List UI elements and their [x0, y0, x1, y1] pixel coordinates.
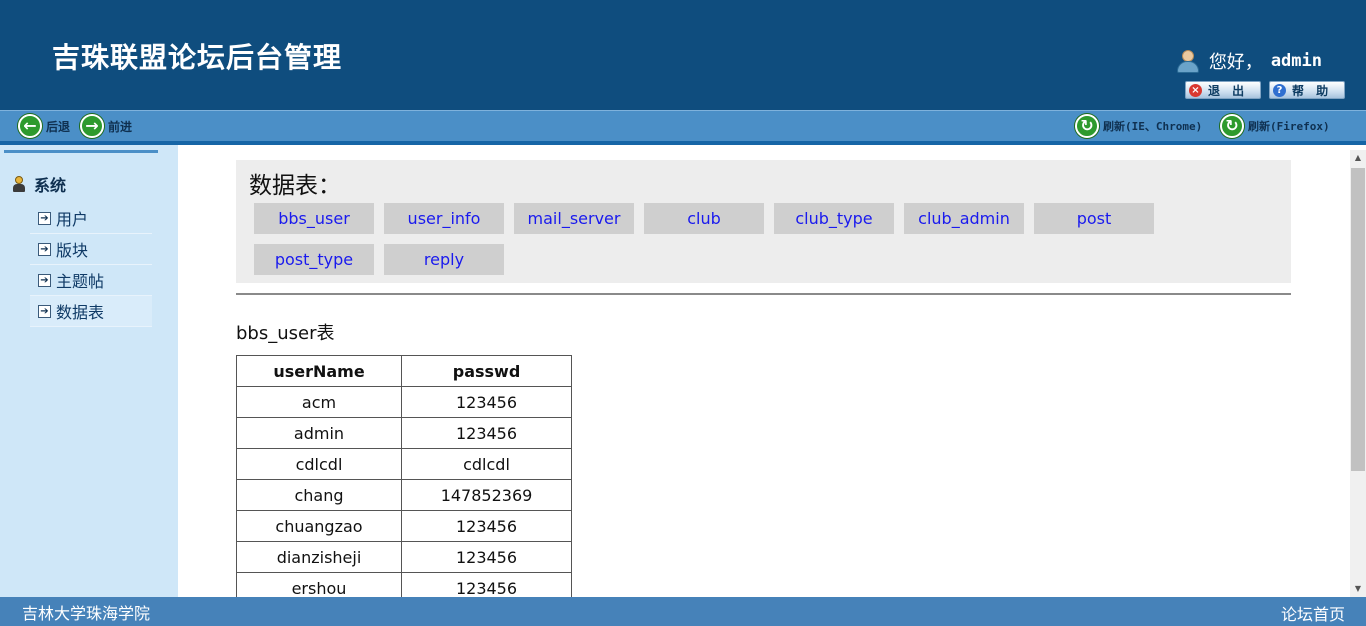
sidebar-item-label: 主题帖: [56, 272, 105, 291]
table-cell: 123456: [401, 386, 572, 418]
tables-panel: 数据表： bbs_user user_info mail_server club…: [236, 160, 1291, 283]
table-cell: chang: [236, 479, 402, 511]
back-label: 后退: [46, 119, 71, 134]
refresh-icon: ↻: [1075, 114, 1099, 138]
refresh-firefox-button[interactable]: ↻ 刷新(Firefox): [1220, 114, 1330, 138]
data-table: userName passwd acm 123456 admin 123456 …: [236, 355, 572, 597]
header-buttons: × 退 出 ? 帮 助: [1185, 81, 1345, 99]
table-link-post-type[interactable]: post_type: [254, 244, 374, 275]
table-row: admin 123456: [236, 417, 572, 449]
forward-label: 前进: [108, 119, 133, 134]
refresh-firefox-label: 刷新(Firefox): [1248, 120, 1330, 133]
table-cell: 123456: [401, 417, 572, 449]
user-avatar-icon: [1175, 48, 1201, 74]
table-cell: acm: [236, 386, 402, 418]
table-link-club-admin[interactable]: club_admin: [904, 203, 1024, 234]
table-cell: cdlcdl: [236, 448, 402, 480]
help-button[interactable]: ? 帮 助: [1269, 81, 1345, 99]
sidebar-item-label: 版块: [56, 241, 89, 260]
table-header-row: userName passwd: [236, 355, 572, 387]
arrow-box-icon: ➔: [38, 304, 51, 318]
table-row: ershou 123456: [236, 572, 572, 597]
toolbar: ← 后退 → 前进 ↻ 刷新(IE、Chrome) ↻ 刷新(Firefox): [0, 110, 1366, 141]
table-link-post[interactable]: post: [1034, 203, 1154, 234]
logout-label: 退 出: [1208, 83, 1249, 98]
refresh-ie-button[interactable]: ↻ 刷新(IE、Chrome): [1075, 114, 1202, 138]
sidebar-item-datatables[interactable]: ➔ 数据表: [30, 296, 152, 327]
table-link-mail-server[interactable]: mail_server: [514, 203, 634, 234]
vertical-scrollbar[interactable]: ▲ ▼: [1350, 150, 1366, 597]
table-row: cdlcdl cdlcdl: [236, 448, 572, 480]
sidebar-item-boards[interactable]: ➔ 版块: [30, 234, 152, 265]
table-cell: ershou: [236, 572, 402, 597]
logout-button[interactable]: × 退 出: [1185, 81, 1261, 99]
scroll-up-arrow-icon[interactable]: ▲: [1350, 150, 1366, 166]
site-title: 吉珠联盟论坛后台管理: [52, 41, 343, 74]
table-link-reply[interactable]: reply: [384, 244, 504, 275]
table-cell: dianzisheji: [236, 541, 402, 573]
arrow-box-icon: ➔: [38, 242, 51, 256]
forward-arrow-icon: →: [80, 114, 104, 138]
column-header: userName: [236, 355, 402, 387]
close-icon: ×: [1189, 83, 1202, 97]
content-divider: [236, 293, 1291, 295]
table-link-user-info[interactable]: user_info: [384, 203, 504, 234]
sidebar-section-label: 系统: [34, 176, 67, 195]
refresh-icon: ↻: [1220, 114, 1244, 138]
main-content: 数据表： bbs_user user_info mail_server club…: [178, 145, 1350, 597]
sidebar-item-users[interactable]: ➔ 用户: [30, 203, 152, 234]
system-user-icon: [12, 175, 26, 193]
scrollbar-thumb[interactable]: [1351, 168, 1365, 471]
help-label: 帮 助: [1292, 83, 1333, 98]
greeting-prefix: 您好，: [1208, 52, 1263, 73]
table-cell: 147852369: [401, 479, 572, 511]
scroll-down-arrow-icon[interactable]: ▼: [1350, 581, 1366, 597]
footer: 吉林大学珠海学院 论坛首页: [0, 597, 1366, 626]
back-button[interactable]: ← 后退: [18, 114, 70, 138]
tables-title: 数据表：: [249, 173, 341, 199]
user-greeting: 您好， admin: [1175, 48, 1322, 74]
greeting-username: admin: [1270, 51, 1322, 71]
table-cell: 123456: [401, 510, 572, 542]
table-link-club-type[interactable]: club_type: [774, 203, 894, 234]
sidebar-divider: [4, 150, 158, 153]
header: 吉珠联盟论坛后台管理 您好， admin × 退 出 ? 帮 助: [0, 0, 1366, 110]
table-cell: admin: [236, 417, 402, 449]
table-row: chuangzao 123456: [236, 510, 572, 542]
table-row: chang 147852369: [236, 479, 572, 511]
forum-home-link[interactable]: 论坛首页: [1281, 601, 1345, 625]
arrow-box-icon: ➔: [38, 211, 51, 225]
sidebar: 系统 ➔ 用户 ➔ 版块 ➔ 主题帖 ➔ 数据表: [0, 145, 178, 597]
sidebar-item-label: 数据表: [56, 303, 105, 322]
footer-school-name: 吉林大学珠海学院: [22, 604, 151, 623]
refresh-ie-label: 刷新(IE、Chrome): [1103, 120, 1203, 133]
arrow-box-icon: ➔: [38, 273, 51, 287]
table-row: dianzisheji 123456: [236, 541, 572, 573]
sidebar-menu: ➔ 用户 ➔ 版块 ➔ 主题帖 ➔ 数据表: [30, 203, 152, 327]
table-link-club[interactable]: club: [644, 203, 764, 234]
table-caption: bbs_user表: [236, 323, 335, 344]
table-cell: 123456: [401, 541, 572, 573]
sidebar-item-topics[interactable]: ➔ 主题帖: [30, 265, 152, 296]
help-icon: ?: [1273, 83, 1286, 97]
forward-button[interactable]: → 前进: [80, 114, 132, 138]
sidebar-item-label: 用户: [56, 210, 89, 229]
table-link-bbs-user[interactable]: bbs_user: [254, 203, 374, 234]
back-arrow-icon: ←: [18, 114, 42, 138]
column-header: passwd: [401, 355, 572, 387]
table-row: acm 123456: [236, 386, 572, 418]
table-cell: cdlcdl: [401, 448, 572, 480]
table-cell: 123456: [401, 572, 572, 597]
sidebar-section-system[interactable]: 系统: [12, 172, 66, 196]
table-cell: chuangzao: [236, 510, 402, 542]
